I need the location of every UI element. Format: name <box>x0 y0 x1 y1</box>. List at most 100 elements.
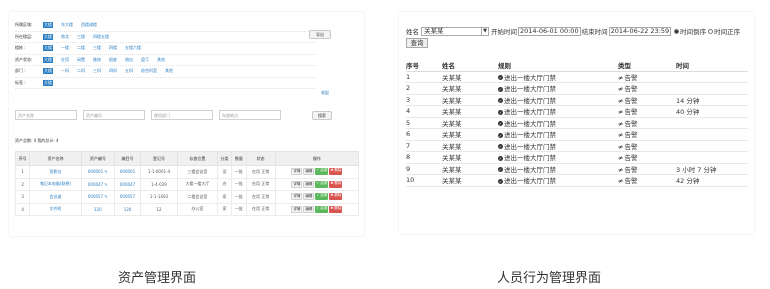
cell-name[interactable]: 会议桌 <box>29 190 82 204</box>
detail-button[interactable]: 详情 <box>291 168 303 176</box>
filter-option[interactable]: 盘亏 <box>141 57 149 63</box>
cell-status: 在用 正常 <box>245 190 276 204</box>
filter-option[interactable]: 二科 <box>77 68 85 74</box>
search-department-input[interactable]: 使用部门 <box>151 110 213 120</box>
filter-option[interactable]: 大楼 <box>43 33 53 40</box>
detail-button[interactable]: 详情 <box>291 180 303 188</box>
name-select[interactable]: 关某某 ▼ <box>421 26 489 36</box>
cell-cat: 设 <box>216 165 233 179</box>
filter-option[interactable]: 三科 <box>93 68 101 74</box>
cell-rule: ✓ 进出一楼大厅门禁 <box>498 128 618 141</box>
filter-option[interactable]: 南北 <box>61 34 69 40</box>
behavior-table-header: 序号 姓名 规则 类型 时间 <box>406 59 748 72</box>
filter-option[interactable]: 大楼 <box>43 22 53 29</box>
rule-text: 进出一楼大厅门禁 <box>504 131 556 140</box>
col-status[interactable]: 状态 <box>245 151 276 166</box>
export-button[interactable]: 导出 <box>309 30 331 39</box>
filter-option[interactable]: 闲置 <box>77 57 85 63</box>
col-code[interactable]: 资产编号 <box>80 151 116 166</box>
filter-option[interactable]: 东大楼 <box>61 22 73 28</box>
query-button[interactable]: 查询 <box>406 38 428 48</box>
delete-button[interactable]: ✖ 删除 <box>329 205 343 213</box>
cell-rule: ✓ 进出一楼大厅门禁 <box>498 105 618 118</box>
table-row: 1 投影仪 000001 ✎ 000001 1-1-0001-4 三楼会议室设一批 在用 正… <box>14 165 360 179</box>
cell-time: 42 分钟 <box>676 174 748 187</box>
filter-option[interactable]: 报废 <box>109 57 117 63</box>
fold-filters-link[interactable]: 收起 <box>321 90 329 96</box>
filter-option[interactable]: 五楼六楼 <box>125 45 141 51</box>
filter-option[interactable]: 大楼 <box>43 79 53 86</box>
filter-option[interactable]: 其他 <box>165 68 173 74</box>
col-cat[interactable]: 分类 <box>216 151 233 166</box>
filter-option[interactable]: 在用 <box>61 57 69 63</box>
cell-rule: ✓ 进出一楼大厅门禁 <box>498 82 618 95</box>
col-name[interactable]: 资产名称 <box>29 151 82 166</box>
filter-option[interactable]: 四楼 <box>109 45 117 51</box>
filter-option[interactable]: 大楼 <box>43 68 53 75</box>
filter-option[interactable]: 西楼裙楼 <box>81 22 97 28</box>
filter-option[interactable]: 一楼 <box>61 45 69 51</box>
filter-option[interactable]: 维修 <box>93 57 101 63</box>
sort-desc-radio[interactable] <box>674 28 680 34</box>
filter-option[interactable]: 五科 <box>125 68 133 74</box>
type-text: 告警 <box>624 142 638 151</box>
search-asset-code-input[interactable]: 资产编号 <box>83 110 145 120</box>
edit-button[interactable]: 编辑 <box>303 193 315 201</box>
filter-option[interactable]: 借出 <box>125 57 133 63</box>
search-location-input[interactable]: 存放地点 <box>219 110 281 120</box>
col-catalog[interactable]: 编目号 <box>114 151 141 166</box>
cell-name[interactable]: 投影仪 <box>29 165 82 179</box>
cell-qty: 一批 <box>231 190 247 204</box>
end-time-input[interactable]: 2014-06-22 23:59 <box>608 26 672 36</box>
enable-button[interactable]: ✓ 启用 <box>315 193 329 201</box>
detail-button[interactable]: 详情 <box>291 205 303 213</box>
filter-option[interactable]: 三楼 <box>77 34 85 40</box>
table-row: 2 关某某 ✓ 进出一楼大厅门禁 ≠告警 <box>406 82 748 95</box>
edit-button[interactable]: 编辑 <box>303 180 315 188</box>
cell-name: 关某某 <box>442 117 498 129</box>
edit-button[interactable]: 编辑 <box>303 205 315 213</box>
search-button[interactable]: 搜索 <box>312 111 332 120</box>
enable-button[interactable]: ✓ 启用 <box>315 168 329 176</box>
filter-option[interactable]: 大楼 <box>43 56 53 63</box>
cell-cat: 家 <box>216 190 233 204</box>
type-text: 告警 <box>624 73 638 82</box>
filter-option[interactable]: 四楼五楼 <box>93 34 109 40</box>
cell-time <box>676 71 748 83</box>
cell-rule: ✓ 进出一楼大厅门禁 <box>498 140 618 152</box>
alert-type-icon: ≠ <box>618 142 624 151</box>
rule-text: 进出一楼大厅门禁 <box>504 73 556 82</box>
check-circle-icon: ✓ <box>498 98 503 104</box>
col-reg[interactable]: 登记号 <box>140 151 178 166</box>
filter-option[interactable]: 综合科室 <box>141 68 157 74</box>
cell-type: ≠告警 <box>618 105 676 118</box>
filter-option[interactable]: 三楼 <box>93 45 101 51</box>
start-time-input[interactable]: 2014-06-01 00:00 <box>518 26 581 36</box>
filter-row: 所属区域: 大楼 东大楼 西楼裙楼 <box>15 20 315 32</box>
table-row: 5 关某某 ✓ 进出一楼大厅门禁 ≠告警 <box>406 117 748 129</box>
enable-button[interactable]: ✓ 启用 <box>315 205 329 213</box>
col-no[interactable]: 序号 <box>14 151 31 166</box>
cell-name[interactable]: 文件柜 <box>29 202 82 216</box>
filter-option[interactable]: 四科 <box>109 68 117 74</box>
edit-button[interactable]: 编辑 <box>303 168 315 176</box>
type-text: 告警 <box>624 165 638 174</box>
enable-button[interactable]: ✓ 启用 <box>315 180 329 188</box>
filter-option[interactable]: 二楼 <box>77 45 85 51</box>
search-row: 资产名称 资产编号 使用部门 存放地点 <box>15 110 281 120</box>
col-qty[interactable]: 数量 <box>231 151 247 166</box>
detail-button[interactable]: 详情 <box>291 193 303 201</box>
filter-option[interactable]: 其他 <box>157 57 165 63</box>
cell-qty: 一批 <box>231 165 247 179</box>
delete-button[interactable]: ✖ 删除 <box>329 168 343 176</box>
search-asset-name-input[interactable]: 资产名称 <box>15 110 77 120</box>
filter-option[interactable]: 一科 <box>61 68 69 74</box>
sort-asc-label: 时间正序 <box>714 28 741 36</box>
delete-button[interactable]: ✖ 删除 <box>329 193 343 201</box>
col-place[interactable]: 存放位置 <box>176 151 218 166</box>
sort-asc-radio[interactable] <box>708 28 714 34</box>
delete-button[interactable]: ✖ 删除 <box>329 180 343 188</box>
filter-option[interactable]: 大楼 <box>43 45 53 52</box>
cell-name[interactable]: 笔记本电脑(联想) <box>29 177 82 191</box>
start-time-label: 开始时间 <box>491 28 517 36</box>
